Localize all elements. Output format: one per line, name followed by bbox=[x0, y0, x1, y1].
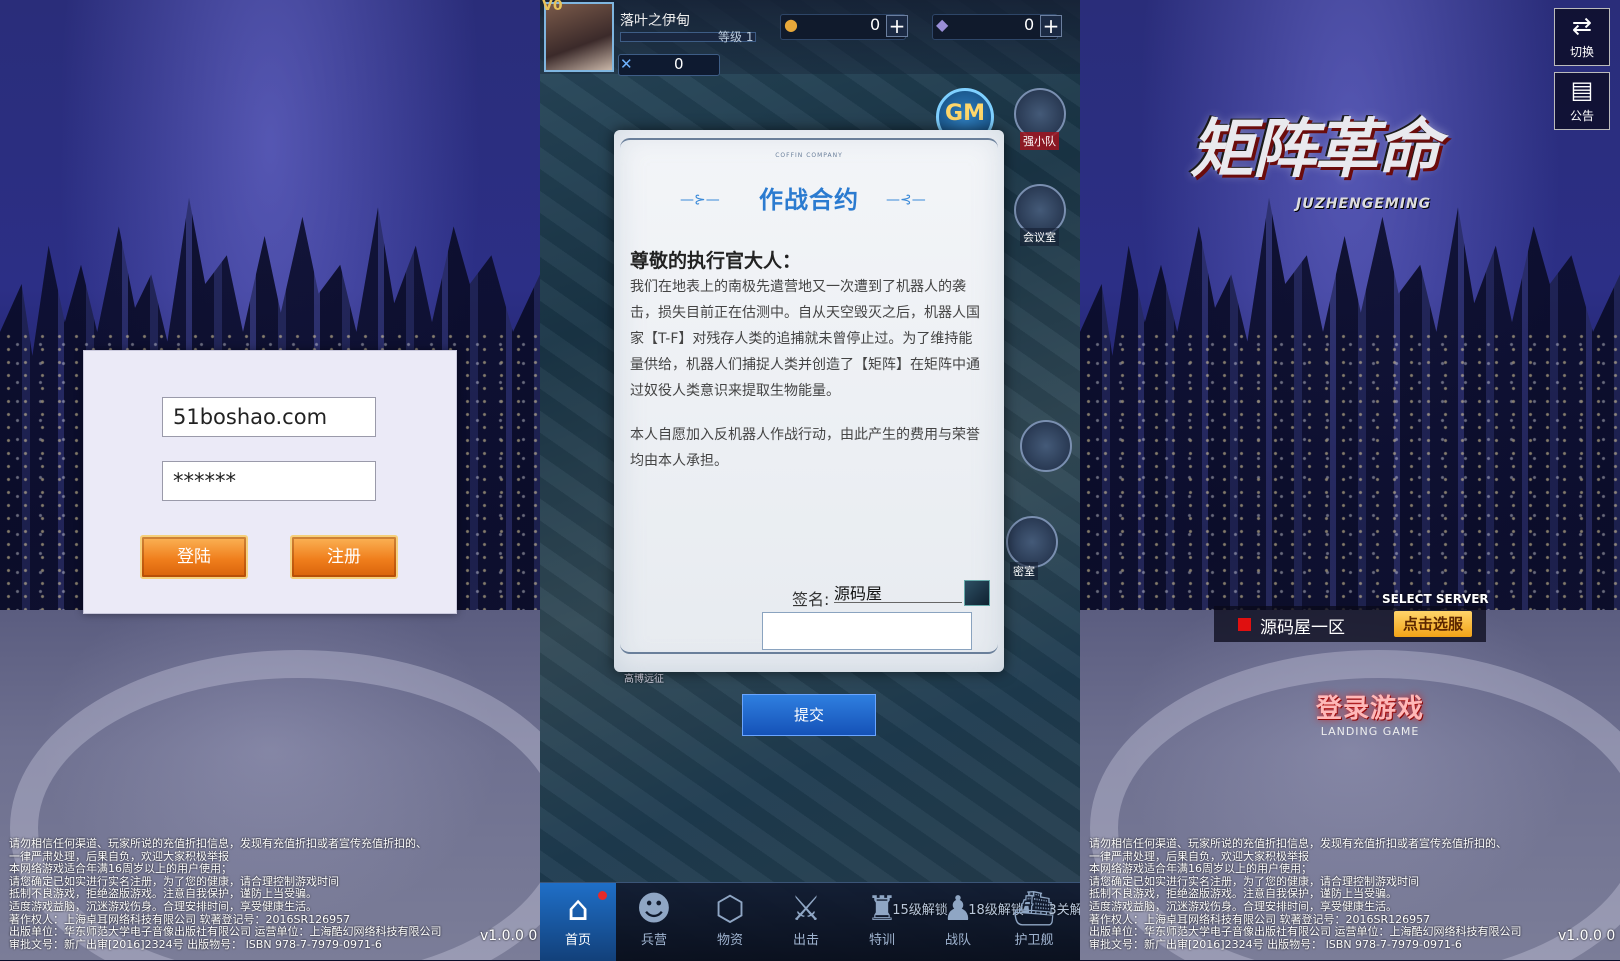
select-server-button[interactable]: 点击选服 bbox=[1394, 611, 1472, 637]
random-name-dice-icon[interactable] bbox=[964, 580, 990, 606]
player-top-bar: V0 落叶之伊甸 等级 1 ✕ 0 ● 0 + ◆ 0 + bbox=[540, 0, 1080, 76]
bottom-nav: ⌂ 首页 ☻ 兵营 ⬡ 物资 ⚔ 出击 ♜ 15级解锁 特训 ♟ 18级解锁 战… bbox=[540, 882, 1096, 961]
swords-icon: ✕ bbox=[620, 55, 633, 73]
select-server-caption: SELECT SERVER bbox=[1382, 592, 1489, 606]
nav-label: 物资 bbox=[716, 933, 743, 948]
contract-salutation: 尊敬的执行官大人： bbox=[630, 250, 802, 272]
nav-label: 出击 bbox=[792, 933, 819, 948]
gold-value: 0 bbox=[870, 15, 881, 34]
sortie-icon: ⚔ bbox=[790, 889, 822, 929]
sign-underline bbox=[834, 602, 962, 603]
game-logo: 矩阵革命 bbox=[1190, 113, 1440, 187]
map-location-label: 高博远征 bbox=[624, 674, 664, 685]
notice-button[interactable]: ▤ 公告 bbox=[1554, 72, 1610, 130]
company-emblem-text: COFFIN COMPANY bbox=[775, 152, 843, 159]
contract-paragraph-2: 本人自愿加入反机器人作战行动，由此产生的费用与荣誉均由本人承担。 bbox=[630, 427, 980, 469]
login-game-sublabel: LANDING GAME bbox=[1320, 725, 1420, 738]
paper-frame-bottom bbox=[620, 642, 998, 654]
nav-label: 特训 bbox=[868, 933, 895, 948]
switch-account-button[interactable]: ⇄ 切换 bbox=[1554, 8, 1610, 66]
meeting-room-label: 会议室 bbox=[1020, 228, 1059, 246]
contract-title: 作战合约 bbox=[759, 186, 859, 214]
legal-line: 请勿相信任何渠道、玩家所说的充值折扣信息，发现有充值折扣或者宣传充值折扣的、 bbox=[1089, 837, 1507, 850]
nav-training[interactable]: ♜ 15级解锁 特训 bbox=[844, 883, 948, 961]
legal-line: 出版单位：华东师范大学电子音像出版社有限公司 运营单位：上海酷幻网络科技有限公司 bbox=[9, 925, 442, 939]
login-button[interactable]: 登陆 bbox=[140, 535, 248, 579]
diamond-value: 0 bbox=[1024, 15, 1035, 34]
legal-notice-right: 请勿相信任何渠道、玩家所说的充值折扣信息，发现有充值折扣或者宣传充值折扣的、 一… bbox=[1089, 837, 1609, 951]
nav-frigate[interactable]: ⛴ 3关解锁 护卫舰 bbox=[996, 883, 1095, 961]
notice-label: 公告 bbox=[1569, 109, 1594, 123]
server-selector: 源码屋一区 点击选服 bbox=[1214, 606, 1486, 642]
secret-room-label: 密室 bbox=[1010, 562, 1038, 580]
nav-home[interactable]: ⌂ 首页 bbox=[540, 883, 616, 961]
player-level: 等级 1 bbox=[718, 30, 754, 44]
power-value: 0 bbox=[674, 55, 684, 73]
contract-paper: COFFIN COMPANY —⊱— 作战合约 —⊰— 尊敬的执行官大人： 我们… bbox=[614, 130, 1004, 672]
gold-coin-icon: ● bbox=[784, 15, 798, 34]
submit-button[interactable]: 提交 bbox=[742, 694, 876, 736]
login-game-label: 登录游戏 bbox=[1315, 694, 1424, 724]
nav-label: 首页 bbox=[564, 933, 591, 948]
legal-line: 本网络游戏适合年满16周岁以上的用户使用； bbox=[1089, 862, 1312, 876]
game-logo-subtitle: JUZHENGEMING bbox=[1296, 196, 1432, 212]
nav-sortie[interactable]: ⚔ 出击 bbox=[768, 883, 844, 961]
add-gold-button[interactable]: + bbox=[886, 15, 908, 37]
notification-dot bbox=[598, 891, 607, 900]
title-ornament-right-icon: —⊰— bbox=[886, 192, 926, 208]
sign-value: 源码屋 bbox=[834, 584, 883, 603]
add-diamond-button[interactable]: + bbox=[1040, 15, 1062, 37]
legal-line: 适度游戏益脑，沉迷游戏伤身。合理安排时间，享受健康生活。 bbox=[1089, 899, 1397, 913]
barracks-icon: ☻ bbox=[636, 889, 672, 929]
swap-arrows-icon: ⇄ bbox=[1571, 12, 1593, 40]
login-game-button[interactable]: 登录游戏 LANDING GAME bbox=[1280, 688, 1460, 738]
nav-label: 护卫舰 bbox=[1014, 933, 1054, 948]
notice-document-icon: ▤ bbox=[1570, 76, 1594, 104]
contract-paragraph-1: 我们在地表上的南极先遣营地又一次遭到了机器人的袭击，损失目前正在估测中。自从天空… bbox=[630, 279, 980, 399]
city-lights bbox=[1080, 330, 1620, 620]
nav-label: 战队 bbox=[944, 933, 971, 948]
nav-supplies[interactable]: ⬡ 物资 bbox=[692, 883, 768, 961]
server-status-icon bbox=[1238, 618, 1251, 631]
legal-line: 出版单位：华东师范大学电子音像出版社有限公司 运营单位：上海酷幻网络科技有限公司 bbox=[1089, 925, 1522, 939]
version-label-left: v1.0.0 0 bbox=[480, 928, 538, 944]
version-label-right: v1.0.0 0 bbox=[1558, 928, 1616, 944]
server-name: 源码屋一区 bbox=[1260, 618, 1345, 638]
diamond-icon: ◆ bbox=[936, 15, 949, 34]
legal-line: 审批文号：新广出审[2016]2324号 出版物号： ISBN 978-7-79… bbox=[1089, 937, 1462, 951]
username-input[interactable] bbox=[162, 397, 376, 437]
login-box: 登陆 注册 bbox=[83, 350, 457, 614]
chat-icon[interactable] bbox=[1020, 420, 1072, 472]
switch-label: 切换 bbox=[1569, 45, 1594, 59]
team-label: 强小队 bbox=[1020, 132, 1059, 150]
legal-line: 请勿相信任何渠道、玩家所说的充值折扣信息，发现有充值折扣或者宣传充值折扣的、 bbox=[9, 837, 427, 850]
legal-line: 本网络游戏适合年满16周岁以上的用户使用； bbox=[9, 862, 232, 876]
legal-line: 适度游戏益脑，沉迷游戏伤身。合理安排时间，享受健康生活。 bbox=[9, 899, 317, 913]
nav-label: 兵营 bbox=[640, 933, 667, 948]
secret-room-icon[interactable] bbox=[1006, 516, 1058, 568]
power-bar bbox=[618, 54, 720, 76]
nav-team[interactable]: ♟ 18级解锁 战队 bbox=[920, 883, 1024, 961]
player-name: 落叶之伊甸 bbox=[620, 13, 690, 29]
nav-barracks[interactable]: ☻ 兵营 bbox=[616, 883, 692, 961]
password-input[interactable] bbox=[162, 461, 376, 501]
sign-label: 签名: bbox=[792, 590, 830, 609]
register-button[interactable]: 注册 bbox=[290, 535, 398, 579]
paper-frame-top bbox=[620, 138, 998, 150]
legal-line: 审批文号：新广出审[2016]2324号 出版物号： ISBN 978-7-79… bbox=[9, 937, 382, 951]
supplies-icon: ⬡ bbox=[715, 889, 745, 929]
legal-notice-left: 请勿相信任何渠道、玩家所说的充值折扣信息，发现有充值折扣或者宣传充值折扣的、 一… bbox=[9, 837, 529, 951]
vip-badge: V0 bbox=[542, 0, 563, 14]
